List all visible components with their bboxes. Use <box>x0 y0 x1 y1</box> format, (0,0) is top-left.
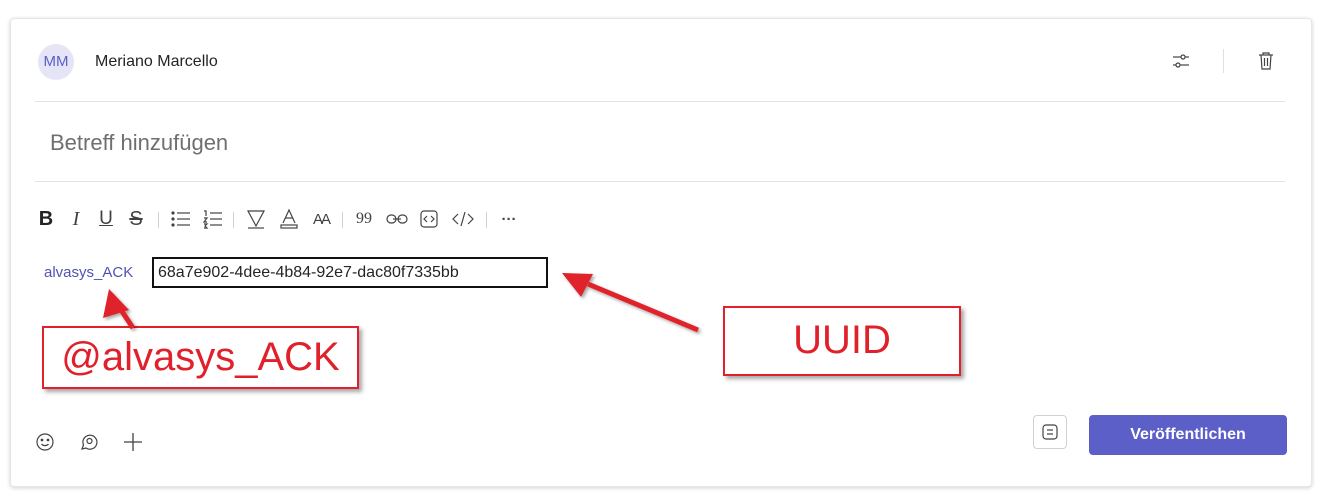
avatar[interactable]: MM <box>38 44 74 80</box>
uuid-annotation-label: UUID <box>723 306 961 376</box>
toolbar-separator <box>342 212 343 228</box>
mention-tag[interactable]: alvasys_ACK <box>44 264 133 281</box>
embed-icon[interactable] <box>417 205 441 233</box>
settings-sliders-icon[interactable] <box>1169 49 1193 73</box>
link-icon[interactable] <box>385 205 409 233</box>
header-separator <box>1223 49 1224 73</box>
subject-divider <box>35 181 1285 182</box>
font-size-button[interactable]: AA <box>309 205 333 233</box>
subject-input[interactable]: Betreff hinzufügen <box>50 130 228 156</box>
composer-header: MM Meriano Marcello <box>11 19 1311 101</box>
bulleted-list-icon[interactable] <box>169 205 193 233</box>
numbered-list-icon[interactable] <box>201 205 225 233</box>
emoji-icon[interactable] <box>33 430 57 454</box>
post-composer-card: MM Meriano Marcello Betreff hinzufügen B… <box>10 18 1312 487</box>
publish-button[interactable]: Veröffentlichen <box>1089 415 1287 455</box>
quote-button[interactable]: 99 <box>352 205 376 233</box>
header-divider <box>35 101 1285 102</box>
strikethrough-button[interactable]: S <box>127 205 145 233</box>
underline-button[interactable]: U <box>97 205 115 233</box>
more-options-button[interactable]: ··· <box>497 205 521 233</box>
trash-icon[interactable] <box>1254 49 1278 73</box>
italic-button[interactable]: I <box>67 205 85 233</box>
font-color-icon[interactable] <box>277 205 301 233</box>
format-toggle-icon[interactable] <box>1033 415 1067 449</box>
bold-button[interactable]: B <box>37 205 55 233</box>
mention-annotation-label: @alvasys_ACK <box>42 326 359 389</box>
toolbar-separator <box>158 212 159 228</box>
highlight-icon[interactable] <box>244 205 268 233</box>
toolbar-separator <box>233 212 234 228</box>
author-name: Meriano Marcello <box>95 53 218 70</box>
sticker-icon[interactable] <box>77 430 101 454</box>
code-snippet-icon[interactable] <box>450 205 476 233</box>
uuid-text: 68a7e902-4dee-4b84-92e7-dac80f7335bb <box>152 257 548 288</box>
plus-icon[interactable] <box>121 430 145 454</box>
toolbar-separator <box>486 212 487 228</box>
